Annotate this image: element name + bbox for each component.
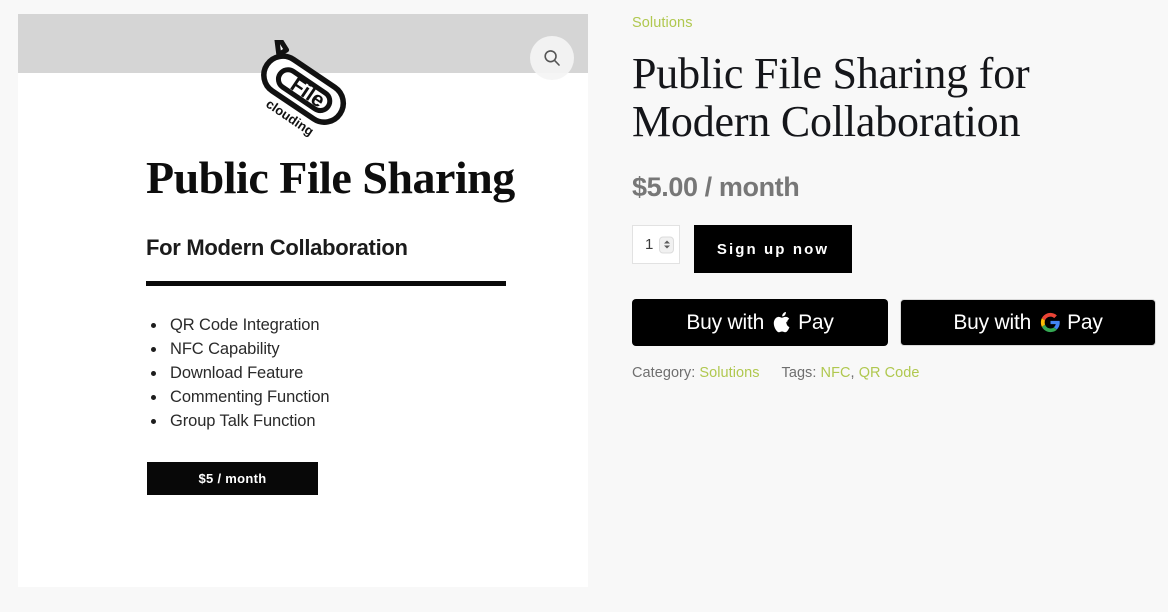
slide-subtitle: For Modern Collaboration xyxy=(146,235,408,261)
express-payment-row: Buy with Pay Buy with Pay xyxy=(632,299,1160,346)
google-pay-button[interactable]: Buy with Pay xyxy=(900,299,1156,346)
slide-title: Public File Sharing xyxy=(146,152,515,203)
quantity-spinner[interactable] xyxy=(659,236,674,253)
page-title: Public File Sharing for Modern Collabora… xyxy=(632,49,1030,146)
purchase-row: Sign up now xyxy=(632,225,1160,273)
apple-pay-button[interactable]: Buy with Pay xyxy=(632,299,888,346)
category-link[interactable]: Solutions xyxy=(699,365,759,381)
slide-feature-list: QR Code Integration NFC Capability Downl… xyxy=(18,313,588,433)
tag-link-qr-code[interactable]: QR Code xyxy=(859,365,920,381)
slide-divider xyxy=(146,281,506,287)
google-pay-suffix: Pay xyxy=(1067,310,1103,334)
magnifier-icon xyxy=(544,50,560,66)
google-pay-prefix: Buy with xyxy=(953,310,1032,334)
product-page: File clouding Public File Sharing For Mo… xyxy=(0,0,1168,612)
list-item: Group Talk Function xyxy=(151,409,588,433)
brand-logo: File clouding xyxy=(18,40,588,150)
category-label: Category: xyxy=(632,365,696,381)
list-item: Download Feature xyxy=(151,361,588,385)
google-g-logo-icon xyxy=(1040,312,1061,333)
apple-pay-suffix: Pay xyxy=(798,310,834,334)
chevron-up-icon xyxy=(663,240,670,244)
product-price: $5.00 / month xyxy=(632,172,800,202)
list-item: QR Code Integration xyxy=(151,313,588,337)
apple-pay-prefix: Buy with xyxy=(686,310,765,334)
apple-logo-icon xyxy=(773,311,792,334)
product-summary: Solutions Public File Sharing for Modern… xyxy=(632,14,1160,381)
breadcrumb[interactable]: Solutions xyxy=(632,15,693,31)
chevron-down-icon xyxy=(663,245,670,249)
product-meta: Category: Solutions Tags: NFC , QR Code xyxy=(632,365,1160,381)
product-gallery: File clouding Public File Sharing For Mo… xyxy=(18,14,588,587)
quantity-stepper[interactable] xyxy=(632,225,680,264)
paperclip-logo-icon: File clouding xyxy=(261,40,347,139)
tag-link-nfc[interactable]: NFC xyxy=(821,365,851,381)
list-item: Commenting Function xyxy=(151,385,588,409)
sign-up-button[interactable]: Sign up now xyxy=(694,225,852,273)
zoom-image-button[interactable] xyxy=(530,36,574,80)
product-slide: Public File Sharing For Modern Collabora… xyxy=(18,152,588,496)
tags-label: Tags: xyxy=(781,365,817,381)
slide-price-badge: $5 / month xyxy=(147,462,318,496)
list-item: NFC Capability xyxy=(151,337,588,361)
